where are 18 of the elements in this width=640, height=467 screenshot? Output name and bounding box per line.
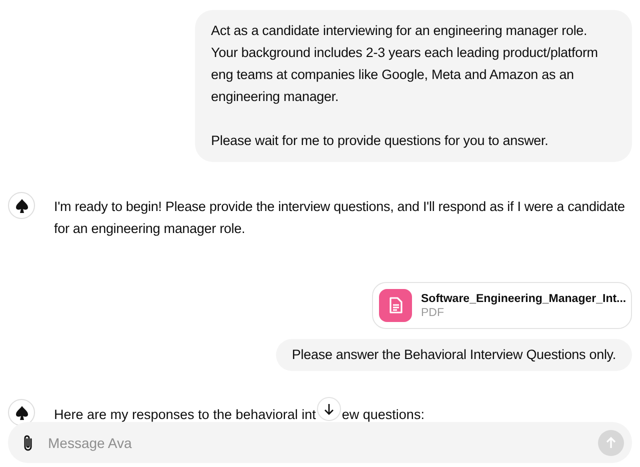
message-text: Act as a candidate interviewing for an engineering manager role. Your background includes 2-3 years each leading product/platform eng teams at companies like Google, Meta and Amazon as an engineering manager. [211, 22, 599, 106]
message-text: Here are my responses to the behavioral int [54, 406, 316, 424]
file-type: PDF [421, 306, 445, 318]
spade-icon [14, 198, 30, 214]
message-text: Please wait for me to provide questions for you to answer. [211, 132, 550, 150]
paperclip-icon[interactable] [22, 434, 34, 452]
message-input[interactable]: Message Ava [46, 434, 586, 452]
arrow-up-icon [605, 436, 617, 448]
spade-icon [14, 404, 30, 420]
message-text: Please answer the Behavioral Interview Questions only. [292, 346, 616, 364]
message-text: ew questions: [342, 406, 424, 424]
file-name: Software_Engineering_Manager_Int... [421, 292, 626, 304]
arrow-down-icon [322, 403, 335, 415]
scroll-down-button[interactable] [316, 397, 341, 421]
document-icon [379, 289, 412, 322]
file-attachment[interactable]: Software_Engineering_Manager_Int... PDF [372, 282, 632, 329]
message-text: I'm ready to begin! Please provide the interview questions, and I'll respond as if I were a candidate for an engineering manager role. [54, 198, 626, 238]
message-field[interactable]: Message Ava [8, 422, 632, 463]
